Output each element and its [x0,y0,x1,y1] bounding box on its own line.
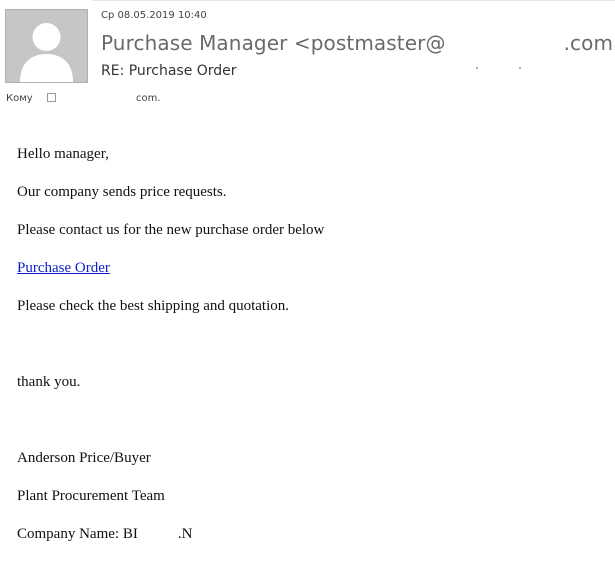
recipient-checkbox-icon[interactable] [47,93,56,102]
signature-company-suffix: .N [177,526,193,542]
body-line-2: Please contact us for the new purchase o… [17,222,325,238]
message-subject: RE: Purchase Order [101,63,237,79]
signature-team: Plant Procurement Team [17,488,165,504]
body-greeting: Hello manager, [17,146,109,162]
body-thanks: thank you. [17,374,81,390]
recipient-domain[interactable]: com. [136,93,161,104]
to-label: Кому [6,93,33,104]
body-line-3: Please check the best shipping and quota… [17,298,290,314]
body-line-1: Our company sends price requests. [17,184,227,200]
sender-name: Purchase Manager <postmaster@ [101,31,446,55]
signature-company-prefix: Company Name: BI [17,526,138,542]
message-date: Ср 08.05.2019 10:40 [101,10,207,21]
signature-name: Anderson Price/Buyer [17,450,151,466]
purchase-order-link[interactable]: Purchase Order [17,260,110,276]
sender-address[interactable]: Purchase Manager <postmaster@ .com> [101,31,615,69]
purchase-order-link-row: Purchase Order [17,260,110,277]
sender-avatar-icon[interactable] [5,9,88,83]
sender-domain-suffix: .com> [563,31,615,55]
message-header: Ср 08.05.2019 10:40 Purchase Manager <po… [0,0,615,112]
signature-company: Company Name: BI .N [17,526,192,543]
header-divider [93,0,615,1]
